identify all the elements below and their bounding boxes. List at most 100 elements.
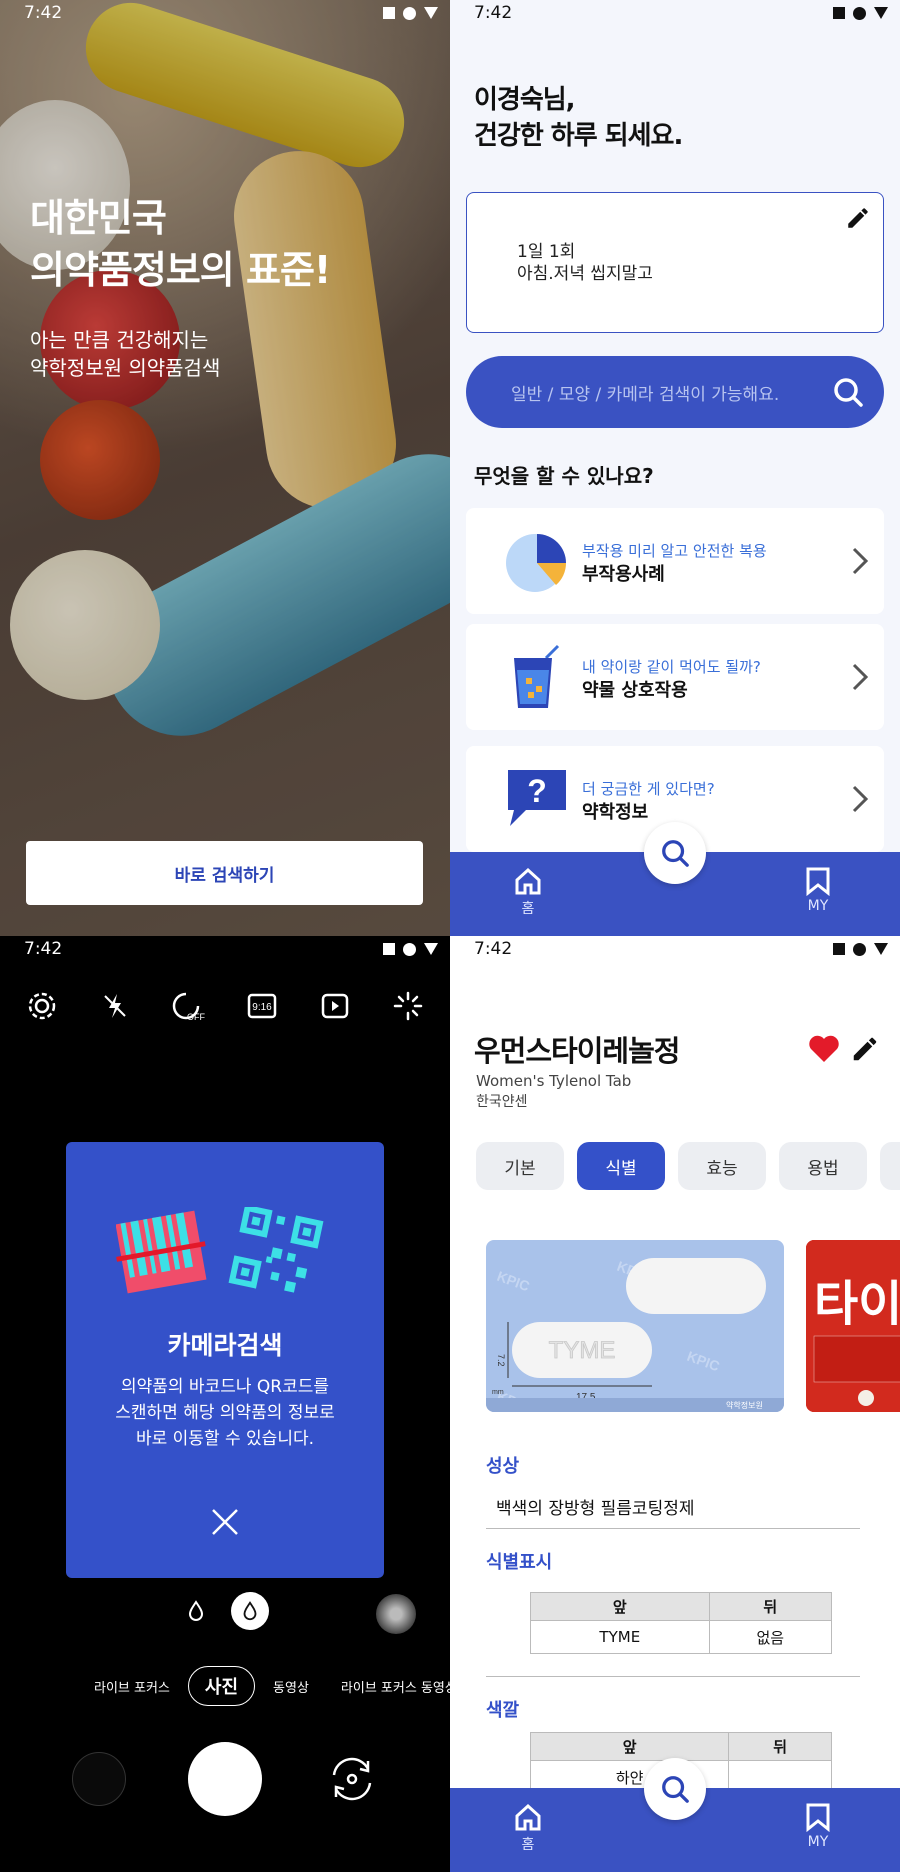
search-icon[interactable] (832, 376, 864, 408)
svg-text:?: ? (527, 773, 547, 809)
chevron-right-icon (852, 547, 869, 575)
splash-subtitle: 아는 만큼 건강해지는 약학정보원 의약품검색 (30, 328, 221, 380)
imprint-heading: 식별표시 (486, 1552, 553, 1573)
mode-photo[interactable]: 사진 (187, 1666, 256, 1706)
gallery-thumbnail[interactable] (72, 1752, 126, 1806)
motion-photo-icon[interactable] (317, 988, 353, 1024)
card-subtitle: 더 궁금한 게 있다면? (582, 780, 715, 798)
divider (486, 1676, 860, 1677)
nav-my-label: MY (807, 898, 829, 914)
search-icon (662, 840, 689, 867)
search-icon (662, 1776, 689, 1803)
color-heading: 색깔 (486, 1700, 520, 1721)
tab-caution[interactable]: 주의 (880, 1142, 900, 1190)
svg-text:TYME: TYME (549, 1337, 616, 1364)
side-effects-card[interactable]: 부작용 미리 알고 안전한 복용 부작용사례 (466, 508, 884, 614)
focus-close-icon (243, 1601, 257, 1621)
pie-chart-icon (506, 534, 567, 592)
splash-title: 대한민국 의약품정보의 표준! (30, 196, 331, 292)
tab-basic[interactable]: 기본 (476, 1142, 564, 1190)
color-header-back: 뒤 (728, 1732, 832, 1761)
appearance-heading: 성상 (486, 1456, 520, 1477)
svg-text:타이: 타이 (814, 1278, 900, 1331)
pencil-icon[interactable] (850, 1034, 880, 1064)
status-time: 7:42 (24, 939, 63, 959)
imprint-back-value: 없음 (708, 1620, 833, 1654)
greeting: 이경숙님, 건강한 하루 되세요. (474, 85, 683, 151)
nav-my-label: MY (807, 1834, 829, 1850)
card-subtitle: 부작용 미리 알고 안전한 복용 (582, 542, 767, 560)
card-title: 약학정보 (582, 802, 649, 823)
memo-card[interactable]: 1일 1회 아침.저녁 씹지말고 (466, 192, 884, 333)
bottom-nav: 홈 MY (450, 822, 900, 936)
home-icon (515, 867, 541, 895)
nav-my[interactable]: MY (788, 866, 848, 914)
lens-toggle[interactable] (376, 1594, 416, 1634)
mode-live-focus-video[interactable]: 라이브 포커스 동영상 (341, 1677, 450, 1696)
appearance-text: 백색의 장방형 필름코팅정제 (496, 1499, 695, 1519)
search-now-button[interactable]: 바로 검색하기 (26, 841, 423, 905)
svg-text:mm: mm (492, 1389, 504, 1396)
camera-mode-bar: 라이브 포커스 사진 동영상 라이브 포커스 동영상 (0, 1666, 450, 1706)
imprint-table: 앞 뒤 TYME 없음 (530, 1592, 833, 1654)
status-bar: 7:42 (450, 936, 900, 962)
svg-text:KPIC: KPIC (685, 1348, 722, 1374)
package-photo[interactable]: 타이 (806, 1240, 900, 1412)
card-subtitle: 내 약이랑 같이 먹어도 될까? (582, 658, 761, 676)
effects-icon[interactable] (390, 988, 426, 1024)
tab-dosage[interactable]: 용법 (779, 1142, 867, 1190)
focus-wide-icon[interactable] (184, 1599, 208, 1623)
drink-icon (514, 644, 560, 708)
drug-interaction-card[interactable]: 내 약이랑 같이 먹어도 될까? 약물 상호작용 (466, 624, 884, 730)
mode-live-focus[interactable]: 라이브 포커스 (94, 1677, 170, 1696)
imprint-header-back: 뒤 (708, 1592, 833, 1621)
timer-off-icon[interactable]: OFF (170, 988, 206, 1024)
mode-video[interactable]: 동영상 (273, 1677, 309, 1696)
status-time: 7:42 (474, 3, 513, 23)
drug-company: 한국얀센 (476, 1094, 528, 1110)
ratio-icon[interactable]: 9:16 (244, 988, 280, 1024)
close-icon[interactable] (209, 1506, 241, 1538)
status-time: 7:42 (24, 3, 63, 23)
nav-home-label: 홈 (521, 1837, 535, 1853)
chevron-right-icon (852, 785, 869, 813)
heart-icon[interactable] (808, 1034, 840, 1064)
camera-modal-title: 카메라검색 (167, 1331, 283, 1360)
pencil-icon[interactable] (845, 205, 871, 231)
nav-home[interactable]: 홈 (498, 866, 558, 918)
camera-search-modal: 카메라검색 의약품의 바코드나 QR코드를 스캔하면 해당 의약품의 정보로 바… (66, 1142, 384, 1578)
color-header-front: 앞 (529, 1732, 730, 1761)
settings-icon[interactable] (24, 988, 60, 1024)
camera-screen: 7:42 OFF 9:16 카메라검색 의약품의 바코드나 QR코드를 스캔하면… (0, 936, 450, 1872)
card-title: 부작용사례 (582, 564, 665, 585)
switch-camera-icon[interactable] (322, 1749, 382, 1809)
drug-name-english: Women's Tylenol Tab (476, 1072, 632, 1090)
svg-text:7.2: 7.2 (496, 1354, 506, 1367)
divider (486, 1528, 860, 1529)
search-fab[interactable] (644, 1758, 706, 1820)
tab-identification[interactable]: 식별 (577, 1142, 665, 1190)
chevron-right-icon (852, 663, 869, 691)
bottom-nav: 홈 MY (450, 1758, 900, 1872)
svg-text:9:16: 9:16 (252, 1002, 272, 1013)
flash-off-icon[interactable] (97, 988, 133, 1024)
drug-name: 우먼스타이레놀정 (474, 1034, 680, 1068)
nav-home[interactable]: 홈 (498, 1802, 558, 1854)
nav-my[interactable]: MY (788, 1802, 848, 1850)
screenshot-grid: 7:42 대한민국 의약품정보의 표준! 아는 만큼 건강해지는 약학정보원 의… (0, 0, 900, 1872)
search-bar[interactable]: 일반 / 모양 / 카메라 검색이 가능해요. (466, 356, 884, 428)
search-fab[interactable] (644, 822, 706, 884)
nav-home-label: 홈 (521, 901, 535, 917)
splash-screen: 7:42 대한민국 의약품정보의 표준! 아는 만큼 건강해지는 약학정보원 의… (0, 0, 450, 936)
svg-text:KPIC: KPIC (495, 1268, 532, 1294)
shutter-button[interactable] (188, 1742, 262, 1816)
svg-text:약학정보원: 약학정보원 (726, 1400, 763, 1410)
bookmark-icon (806, 1803, 830, 1832)
bookmark-icon (806, 867, 830, 896)
pill-photo[interactable]: KPIC KPIC KPIC KPIC KPIC TYME 7.2 17.5 m… (486, 1240, 784, 1412)
home-icon (515, 1803, 541, 1831)
tab-efficacy[interactable]: 효능 (678, 1142, 766, 1190)
question-icon: ? (508, 770, 566, 826)
card-title: 약물 상호작용 (582, 680, 688, 701)
focus-close-button[interactable] (231, 1592, 269, 1630)
